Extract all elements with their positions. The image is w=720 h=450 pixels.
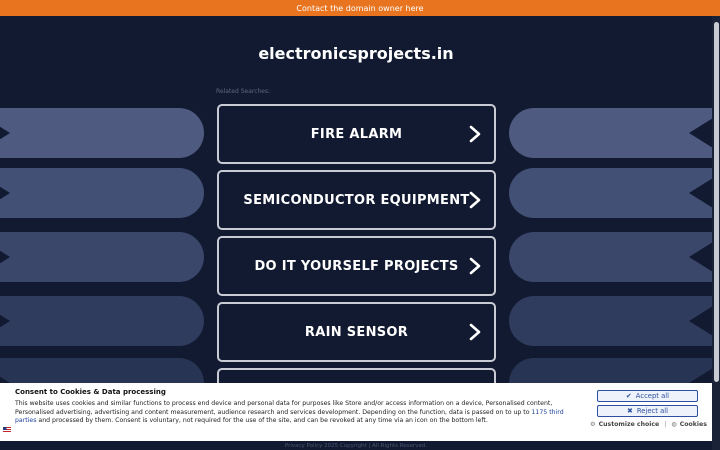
- consent-title: Consent to Cookies & Data processing: [15, 388, 166, 396]
- reject-all-label: Reject all: [636, 407, 669, 415]
- accept-all-label: Accept all: [635, 392, 670, 400]
- cookie-consent-banner: Consent to Cookies & Data processing Thi…: [0, 383, 712, 441]
- chevron-right-icon: [469, 257, 481, 275]
- chevron-right-icon: [469, 125, 481, 143]
- us-flag-icon[interactable]: [3, 427, 11, 433]
- domain-title: electronicsprojects.in: [258, 44, 454, 63]
- related-search-button[interactable]: FIRE ALARM: [217, 104, 496, 164]
- footer-text: Privacy Policy 2025 Copyright | All Righ…: [284, 443, 428, 449]
- related-search-button[interactable]: DO IT YOURSELF PROJECTS: [217, 236, 496, 296]
- cookies-link[interactable]: Cookies: [680, 421, 707, 428]
- related-search-label: FIRE ALARM: [310, 126, 403, 142]
- related-search-button[interactable]: RAIN SENSOR: [217, 302, 496, 362]
- consent-text-part: This website uses cookies and similar fu…: [15, 400, 553, 416]
- check-icon: ✔: [625, 392, 632, 400]
- close-icon: ✖: [626, 407, 633, 415]
- decor-right-3: [509, 232, 720, 282]
- decor-left-1: [0, 108, 204, 158]
- accept-all-button[interactable]: ✔ Accept all: [597, 390, 698, 402]
- reject-all-button[interactable]: ✖ Reject all: [597, 405, 698, 417]
- contact-owner-banner[interactable]: Contact the domain owner here: [0, 0, 720, 16]
- related-searches-label: Related Searches:: [216, 88, 271, 95]
- decor-left-3: [0, 232, 204, 282]
- consent-text-part: and processed by them. Consent is volunt…: [36, 417, 488, 424]
- consent-text: This website uses cookies and similar fu…: [15, 400, 585, 426]
- decor-left-2: [0, 168, 204, 218]
- related-search-button[interactable]: SEMICONDUCTOR EQUIPMENT: [217, 170, 496, 230]
- decor-right-1: [509, 108, 720, 158]
- related-search-label: DO IT YOURSELF PROJECTS: [254, 258, 459, 274]
- chevron-right-icon: [469, 323, 481, 341]
- page-scrollbar[interactable]: [712, 16, 720, 450]
- chevron-right-icon: [469, 191, 481, 209]
- cookie-icon: ◍: [671, 421, 677, 428]
- scrollbar-thumb[interactable]: [714, 22, 719, 382]
- decor-left-4: [0, 296, 204, 346]
- decor-right-2: [509, 168, 720, 218]
- decor-right-4: [509, 296, 720, 346]
- gear-icon: ⚙: [590, 421, 596, 428]
- related-search-label: SEMICONDUCTOR EQUIPMENT: [243, 192, 470, 208]
- consent-links: ⚙ Customize choice | ◍ Cookies: [590, 421, 707, 428]
- customize-choice-link[interactable]: Customize choice: [599, 421, 660, 428]
- contact-owner-link[interactable]: Contact the domain owner here: [296, 4, 423, 13]
- link-separator: |: [664, 421, 667, 428]
- related-search-label: RAIN SENSOR: [304, 324, 409, 340]
